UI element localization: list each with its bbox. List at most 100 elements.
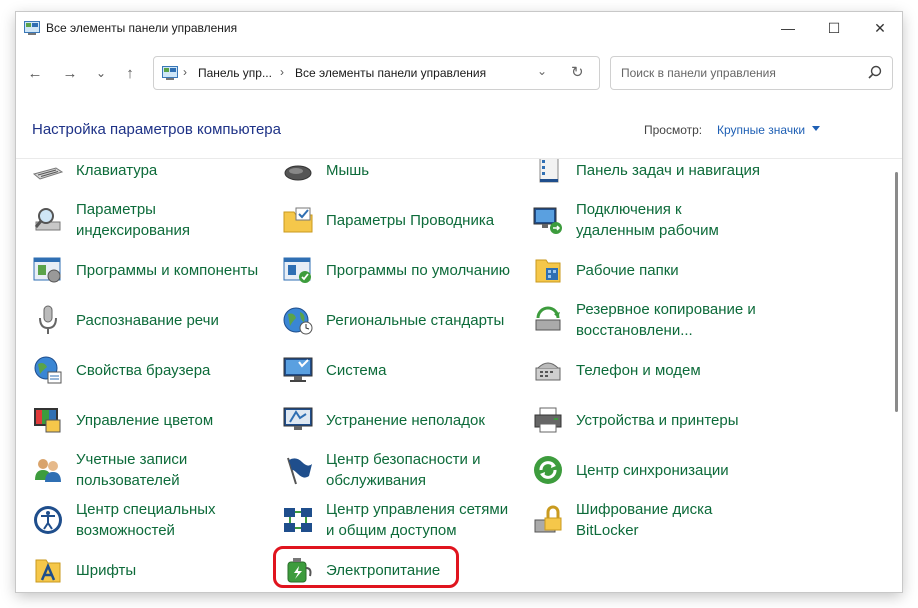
item-taskbar[interactable]: Панель задач и навигация [516,159,761,193]
default-programs-icon [282,254,314,286]
indexing-icon [32,204,64,236]
keyboard-icon [32,159,64,186]
item-user-accounts[interactable]: Учетные записи пользователей [16,447,261,493]
item-speech[interactable]: Распознавание речи [16,297,261,343]
item-security-maintenance[interactable]: Центр безопасности и обслуживания [266,447,511,493]
item-label: Программы по умолчанию [326,261,510,279]
breadcrumb-separator: › [280,65,284,79]
item-accessibility[interactable]: Центр специальных возможностей [16,497,261,543]
item-label: Центр безопасности и обслуживания [326,451,481,489]
system-icon [282,354,314,386]
item-mouse[interactable]: Мышь [266,159,511,193]
item-label: Резервное копирование и восстановлени... [576,301,756,339]
item-system[interactable]: Система [266,347,511,393]
close-button[interactable]: ✕ [857,12,902,44]
item-label: Распознавание речи [76,311,219,329]
recent-locations-button[interactable]: ⌄ [90,62,112,84]
folder-options-icon [282,204,314,236]
chevron-down-icon[interactable]: ⌄ [537,64,547,78]
breadcrumb-separator: › [183,65,187,79]
item-folder-options[interactable]: Параметры Проводника [266,197,511,243]
breadcrumb-all-items[interactable]: Все элементы панели управления [295,66,486,80]
item-phone-modem[interactable]: Телефон и модем [516,347,761,393]
back-button[interactable]: ← [24,62,46,84]
item-bitlocker[interactable]: Шифрование диска BitLocker [516,497,761,543]
item-label: Подключения к удаленным рабочим [576,201,719,239]
item-sync-center[interactable]: Центр синхронизации [516,447,761,493]
region-icon [282,304,314,336]
maximize-button[interactable]: ☐ [811,12,857,44]
minimize-button[interactable]: — [765,12,811,44]
item-region[interactable]: Региональные стандарты [266,297,511,343]
vertical-scrollbar[interactable] [895,172,898,412]
item-label: Параметры Проводника [326,211,495,229]
control-panel-icon [24,21,40,35]
item-color-management[interactable]: Управление цветом [16,397,261,443]
refresh-icon[interactable]: ↻ [571,63,584,81]
taskbar-icon [532,159,564,186]
bitlocker-icon [532,504,564,536]
item-label: Параметры индексирования [76,201,190,239]
control-panel-window: Все элементы панели управления — ☐ ✕ ← →… [16,12,902,592]
item-label: Региональные стандарты [326,311,505,329]
programs-icon [32,254,64,286]
item-label: Телефон и модем [576,361,701,379]
search-icon[interactable] [868,65,882,79]
item-keyboard[interactable]: Клавиатура [16,159,261,193]
highlight-annotation [273,546,459,588]
item-internet-options[interactable]: Свойства браузера [16,347,261,393]
item-backup[interactable]: Резервное копирование и восстановлени... [516,297,761,343]
backup-icon [532,304,564,336]
item-network-center[interactable]: Центр управления сетями и общим доступом [266,497,511,543]
item-remote-desktop[interactable]: Подключения к удаленным рабочим [516,197,761,243]
item-label: Клавиатура [76,161,158,179]
control-panel-icon [162,66,178,80]
internet-options-icon [32,354,64,386]
view-mode-dropdown[interactable]: Крупные значки [717,123,805,137]
item-label: Панель задач и навигация [576,161,761,179]
item-label: Рабочие папки [576,261,679,279]
forward-button[interactable]: → [59,62,81,84]
address-bar[interactable]: › Панель упр... › Все элементы панели уп… [153,56,600,90]
microphone-icon [32,304,64,336]
accessibility-icon [32,504,64,536]
phone-modem-icon [532,354,564,386]
items-grid: Клавиатура Мышь Панель задач и навигация… [16,158,902,592]
search-box[interactable] [610,56,893,90]
printer-icon [532,404,564,436]
item-devices-printers[interactable]: Устройства и принтеры [516,397,761,443]
work-folders-icon [532,254,564,286]
item-label: Мышь [326,161,370,179]
item-label: Свойства браузера [76,361,211,379]
item-programs[interactable]: Программы и компоненты [16,247,261,293]
item-label: Учетные записи пользователей [76,451,188,489]
caret-down-icon[interactable] [812,126,820,131]
item-troubleshooting[interactable]: Устранение неполадок [266,397,511,443]
color-management-icon [32,404,64,436]
item-label: Система [326,361,387,379]
page-title: Настройка параметров компьютера [32,121,281,138]
item-work-folders[interactable]: Рабочие папки [516,247,761,293]
item-label: Шифрование диска BitLocker [576,501,713,539]
security-flag-icon [282,454,314,486]
up-button[interactable]: ↑ [119,62,141,84]
fonts-icon [32,554,64,586]
item-label: Центр синхронизации [576,461,729,479]
mouse-icon [282,159,314,186]
item-label: Устройства и принтеры [576,411,739,429]
title-bar: Все элементы панели управления — ☐ ✕ [16,12,902,46]
item-fonts[interactable]: Шрифты [16,547,261,592]
item-label: Центр управления сетями и общим доступом [326,501,509,539]
item-label: Устранение неполадок [326,411,485,429]
item-label: Программы и компоненты [76,261,259,279]
breadcrumb-control-panel[interactable]: Панель упр... [198,66,272,80]
navigation-bar: ← → ⌄ ↑ › Панель упр... › Все элементы п… [16,52,902,92]
sync-center-icon [532,454,564,486]
remote-desktop-icon [532,204,564,236]
item-label: Центр специальных возможностей [76,501,216,539]
item-indexing[interactable]: Параметры индексирования [16,197,261,243]
window-title: Все элементы панели управления [46,21,238,35]
search-input[interactable] [619,63,853,83]
item-default-programs[interactable]: Программы по умолчанию [266,247,511,293]
view-label: Просмотр: [644,123,703,137]
